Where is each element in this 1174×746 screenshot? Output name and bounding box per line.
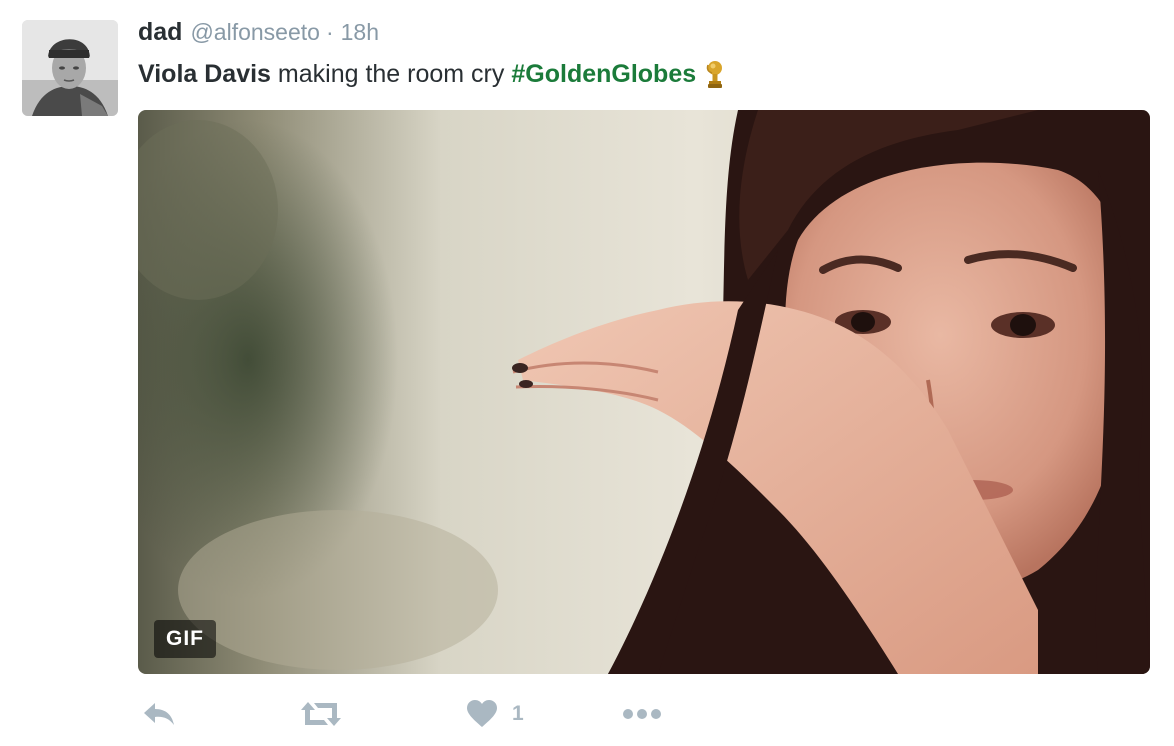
more-icon (622, 708, 662, 720)
reply-button[interactable] (142, 694, 176, 734)
screen-name[interactable]: @alfonseeto (190, 19, 320, 46)
tweet-text-bold: Viola Davis (138, 60, 271, 88)
retweet-icon (300, 700, 342, 728)
separator-dot: · (325, 19, 334, 45)
trophy-icon (704, 59, 726, 89)
tweet-text-plain-content: making the room cry (277, 60, 505, 88)
like-count: 1 (512, 702, 524, 725)
more-button[interactable] (622, 694, 662, 734)
gif-media[interactable]: GIF (138, 110, 1150, 674)
retweet-button[interactable] (300, 694, 342, 734)
tweet-text-plain: making the room cry (271, 58, 504, 90)
tweet-actions: 1 (138, 694, 698, 734)
heart-icon (466, 700, 498, 728)
timestamp[interactable]: 18h (341, 19, 379, 46)
reply-icon (142, 701, 176, 727)
hashtag-link[interactable]: #GoldenGlobes (511, 58, 696, 90)
like-button[interactable]: 1 (466, 694, 524, 734)
tweet-text: Viola Davis making the room cry #GoldenG… (138, 58, 726, 90)
avatar[interactable] (22, 20, 118, 116)
gif-badge: GIF (154, 620, 216, 658)
display-name[interactable]: dad (138, 18, 182, 47)
tweet: dad @alfonseeto · 18h Viola Davis making… (0, 0, 1174, 746)
tweet-header: dad @alfonseeto · 18h (138, 18, 379, 50)
